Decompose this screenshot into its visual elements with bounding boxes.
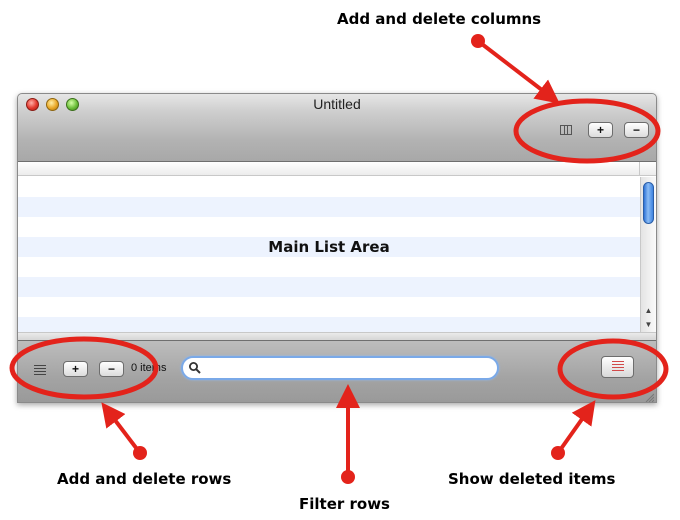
add-column-button[interactable]: + [588, 122, 613, 138]
filter-annotation [336, 384, 360, 484]
vertical-scrollbar[interactable]: ▲ ▼ [640, 177, 656, 332]
callout-add-delete-rows: Add and delete rows [57, 470, 232, 488]
deleted-items-icon [612, 361, 624, 374]
scroll-down-arrow-icon[interactable]: ▼ [641, 318, 656, 332]
unified-toolbar: Untitled + − [18, 94, 656, 162]
list-row[interactable] [18, 217, 640, 237]
items-count: 0 items [131, 362, 167, 374]
magnifier-icon [189, 362, 201, 374]
list-row[interactable] [18, 257, 640, 277]
bottom-bar: + − 0 items [18, 340, 656, 402]
callout-add-delete-columns: Add and delete columns [337, 10, 542, 28]
callout-filter-rows: Filter rows [299, 495, 390, 513]
list-row[interactable] [18, 297, 640, 317]
scroll-thumb[interactable] [643, 182, 654, 224]
list-row[interactable] [18, 197, 640, 217]
main-list-area[interactable]: Main List Area ▲ ▼ [18, 162, 656, 340]
columns-icon[interactable] [560, 125, 572, 135]
scroll-up-arrow-icon[interactable]: ▲ [641, 304, 656, 318]
app-window: Untitled + − Main List Area ▲ ▼ + − 0 it… [17, 93, 657, 403]
callout-show-deleted: Show deleted items [448, 470, 616, 488]
delete-column-button[interactable]: − [624, 122, 649, 138]
filter-search-field[interactable] [181, 356, 499, 380]
main-list-label: Main List Area [268, 238, 390, 256]
list-column-header[interactable] [18, 162, 656, 176]
list-row[interactable] [18, 177, 640, 197]
list-rows-icon[interactable] [34, 365, 46, 375]
horizontal-scroll-strip [18, 332, 656, 340]
filter-input[interactable] [205, 360, 490, 376]
window-title: Untitled [313, 96, 361, 112]
list-row[interactable] [18, 277, 640, 297]
resize-grip-icon[interactable] [644, 392, 654, 402]
delete-row-button[interactable]: − [99, 361, 124, 377]
add-row-button[interactable]: + [63, 361, 88, 377]
show-deleted-items-button[interactable] [601, 356, 634, 378]
